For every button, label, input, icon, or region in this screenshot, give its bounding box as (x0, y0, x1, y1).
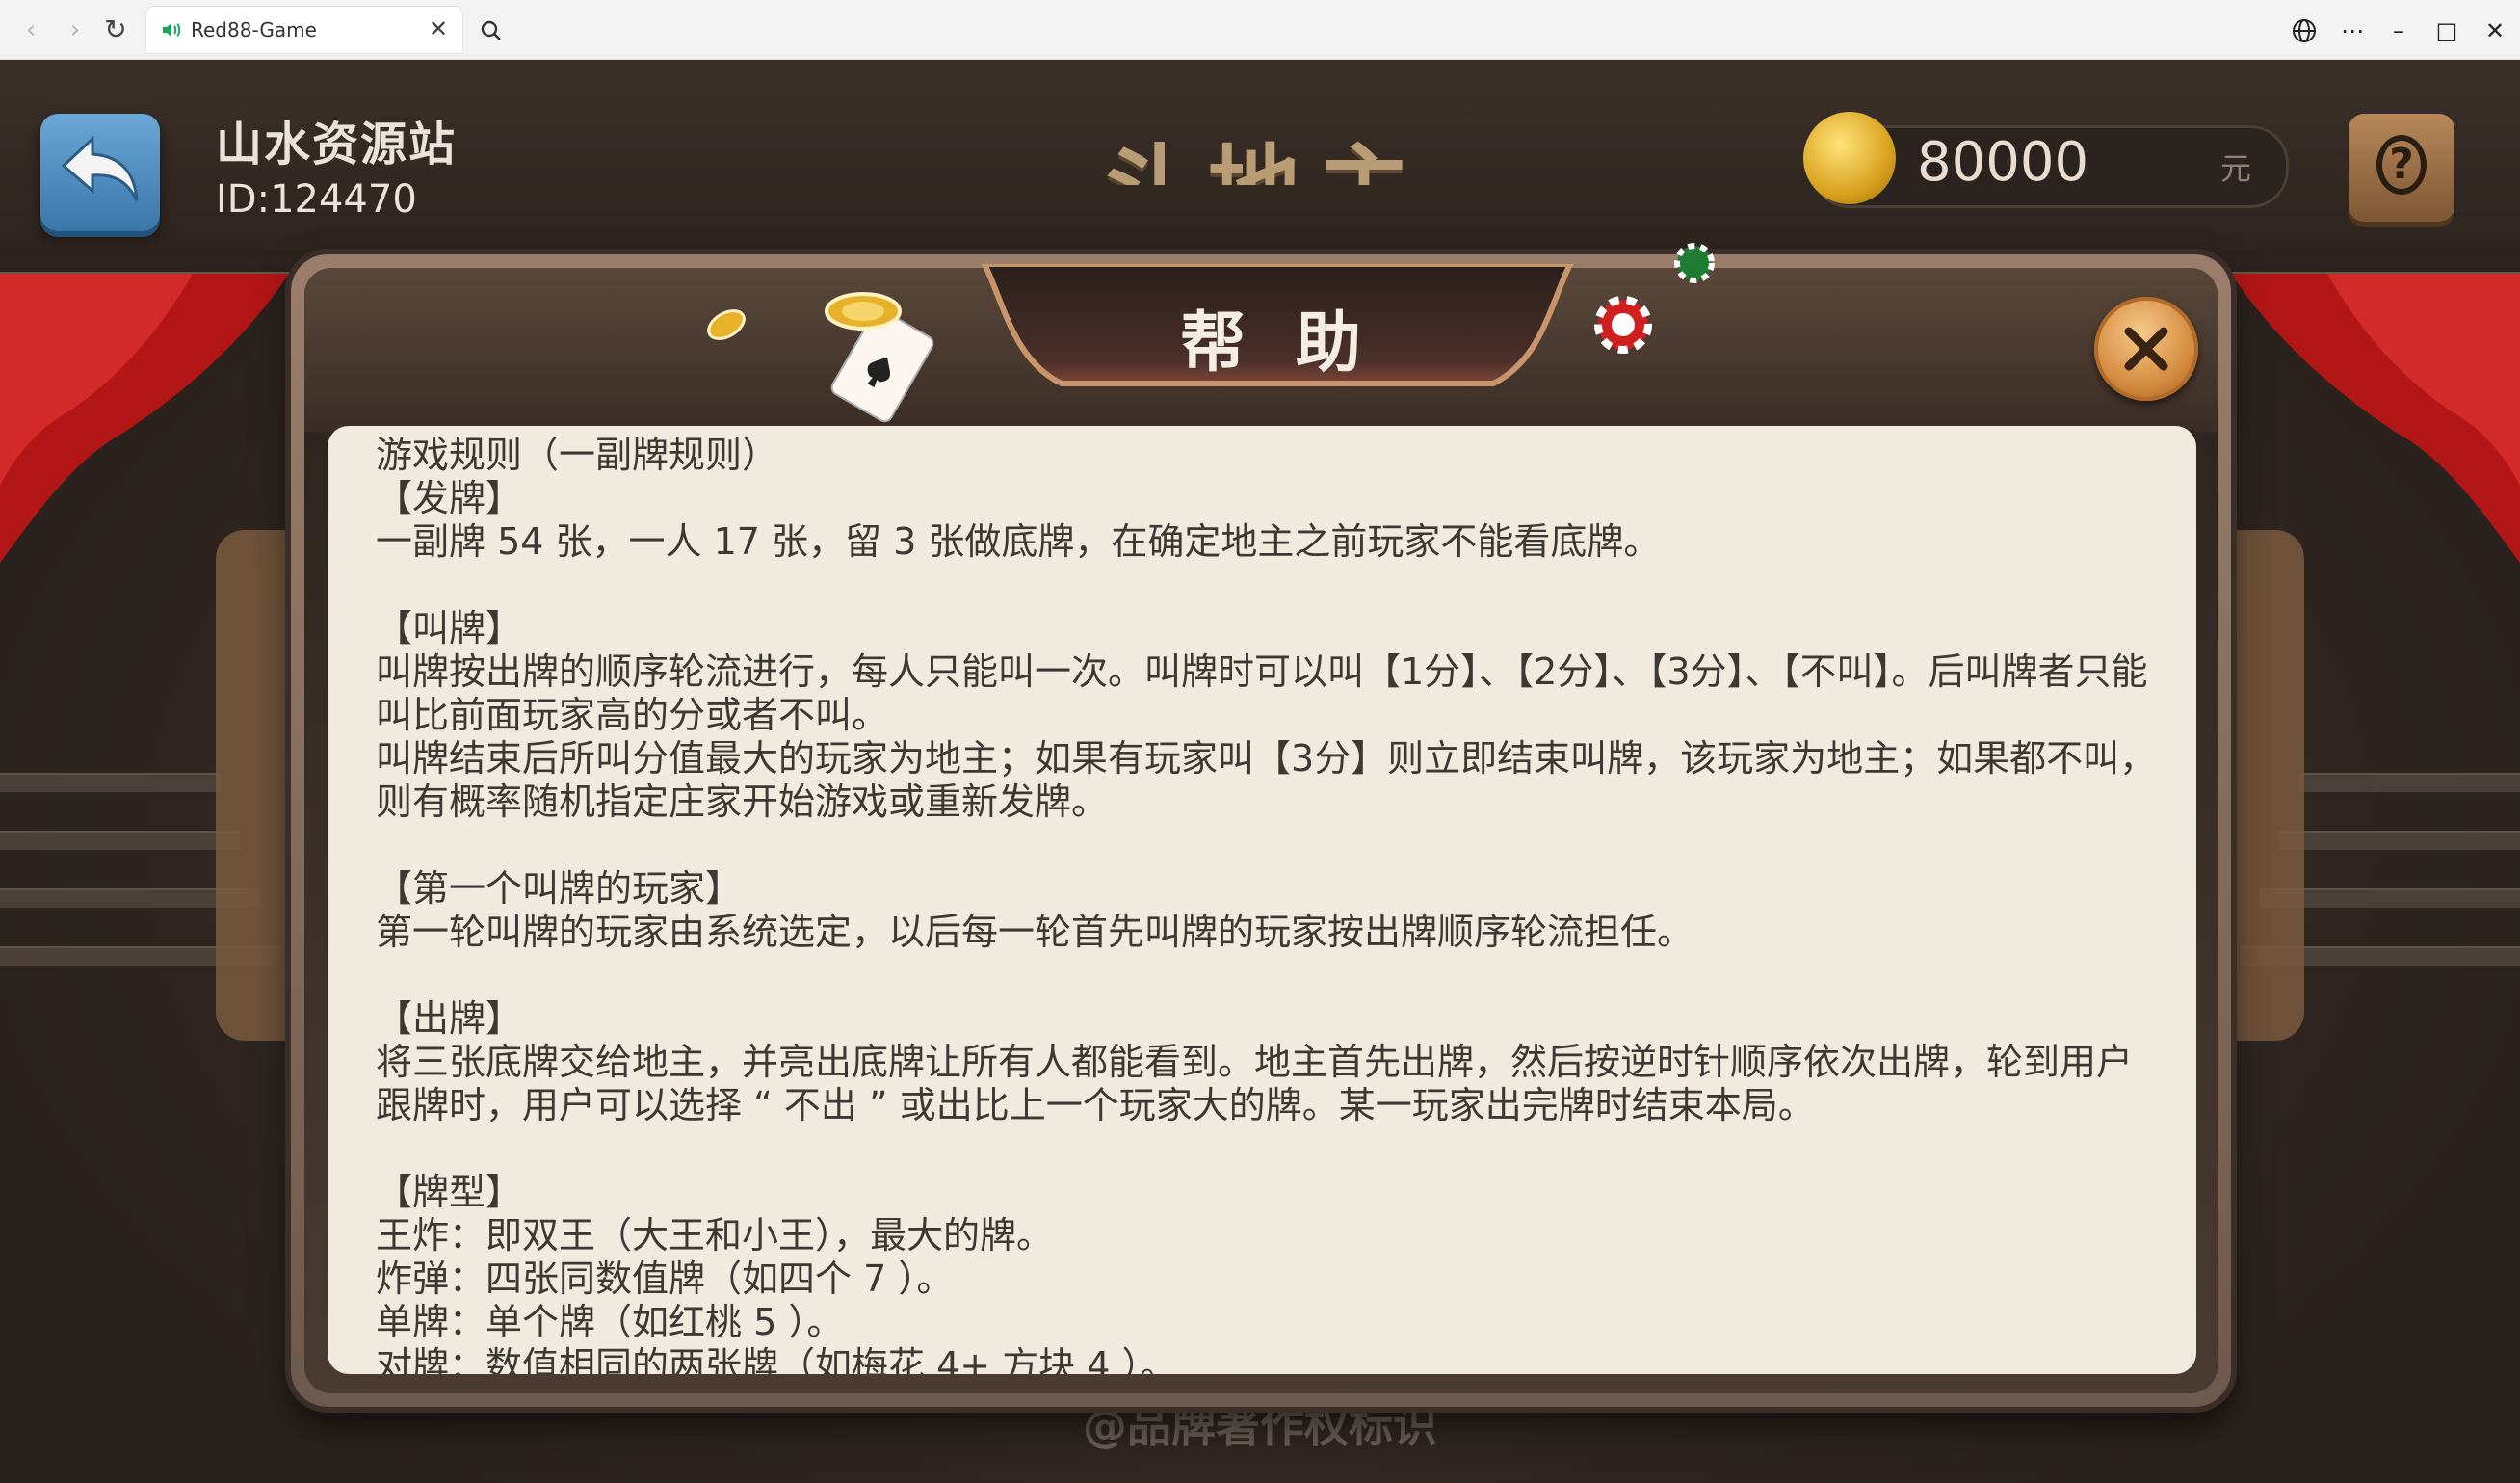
paragraph: 叫牌按出牌的顺序轮流进行，每人只能叫一次。叫牌时可以叫【1分】、【2分】、【3分… (376, 650, 2148, 736)
close-icon[interactable]: ✕ (424, 14, 453, 43)
maximize-icon[interactable]: □ (2429, 13, 2464, 48)
green-chip-icon (1674, 243, 1715, 283)
gold-chip-icon (707, 309, 746, 340)
stair (0, 773, 222, 792)
paragraph: 将三张底牌交给地主，并亮出底牌让所有人都能看到。地主首先出牌，然后按逆时针顺序依… (376, 1041, 2134, 1126)
coin-unit: 元 (2220, 150, 2252, 187)
section-heading: 【牌型】 (376, 1171, 523, 1213)
back-arrow-icon (61, 135, 139, 201)
stair (2279, 831, 2520, 850)
paragraph: 对牌：数值相同的两张牌（如梅花 4+ 方块 4 ）。 (376, 1344, 1177, 1374)
player-id: ID:124470 (216, 177, 417, 222)
globe-icon[interactable] (2287, 13, 2322, 48)
browser-tab[interactable]: Red88-Game ✕ (146, 7, 462, 53)
reload-icon[interactable]: ↻ (100, 14, 131, 45)
back-arrow-icon[interactable]: ‹ (15, 14, 46, 45)
paragraph: 第一轮叫牌的玩家由系统选定，以后每一轮首先叫牌的玩家按出牌顺序轮流担任。 (376, 911, 1694, 953)
window-close-icon[interactable]: ✕ (2478, 13, 2512, 48)
dialog-frame: 帮 助 游戏规则（一副牌规则） 【发牌】 一副牌 54 张，一人 17 张，留 … (304, 243, 2218, 1393)
coin-value: 80000 (1917, 131, 2089, 194)
dialog-title: 帮 助 (1180, 305, 1375, 382)
speaker-icon[interactable] (160, 18, 183, 41)
paragraph: 叫牌结束后所叫分值最大的玩家为地主；如果有玩家叫【3分】则立即结束叫牌，该玩家为… (376, 737, 2157, 823)
game-canvas: 山水资源站 ID:124470 斗地主 80000 元 ? @品牌著作权标识 帮… (0, 60, 2520, 1483)
search-icon[interactable] (476, 15, 507, 46)
help-text: 游戏规则（一副牌规则） 【发牌】 一副牌 54 张，一人 17 张，留 3 张做… (376, 434, 2167, 1374)
game-title: 斗地主 (1098, 114, 1428, 185)
red-chip-icon (1594, 296, 1652, 354)
close-icon (2124, 327, 2168, 371)
browser-toolbar: ‹ › ↻ Red88-Game ✕ ⋯ – □ ✕ (0, 0, 2520, 60)
question-icon: ? (2376, 135, 2427, 195)
back-button[interactable] (40, 114, 160, 231)
section-heading: 【出牌】 (376, 997, 523, 1040)
help-content-panel[interactable]: 游戏规则（一副牌规则） 【发牌】 一副牌 54 张，一人 17 张，留 3 张做… (328, 426, 2196, 1374)
help-button[interactable]: ? (2349, 114, 2454, 222)
paragraph: 炸弹：四张同数值牌（如四个 7 ）。 (376, 1258, 954, 1300)
section-heading: 【发牌】 (376, 477, 523, 519)
forward-arrow-icon[interactable]: › (60, 14, 91, 45)
section-heading: 【第一个叫牌的玩家】 (376, 867, 743, 910)
stair (2298, 773, 2520, 792)
rules-heading: 游戏规则（一副牌规则） (376, 434, 779, 476)
paragraph: 一副牌 54 张，一人 17 张，留 3 张做底牌，在确定地主之前玩家不能看底牌… (376, 520, 1661, 563)
help-dialog: 帮 助 游戏规则（一副牌规则） 【发牌】 一副牌 54 张，一人 17 张，留 … (291, 243, 2231, 1407)
more-icon[interactable]: ⋯ (2335, 13, 2370, 48)
section-heading: 【叫牌】 (376, 607, 523, 649)
tab-title: Red88-Game (191, 18, 317, 41)
minimize-icon[interactable]: – (2381, 13, 2416, 48)
close-button[interactable] (2094, 297, 2198, 401)
paragraph: 王炸：即双王（大王和小王），最大的牌。 (376, 1214, 1054, 1257)
coin-icon (1803, 112, 1896, 204)
paragraph: 单牌：单个牌（如红桃 5 ）。 (376, 1301, 844, 1343)
player-name: 山水资源站 (216, 118, 458, 172)
stair (0, 831, 241, 850)
gold-chip-icon (825, 292, 902, 331)
